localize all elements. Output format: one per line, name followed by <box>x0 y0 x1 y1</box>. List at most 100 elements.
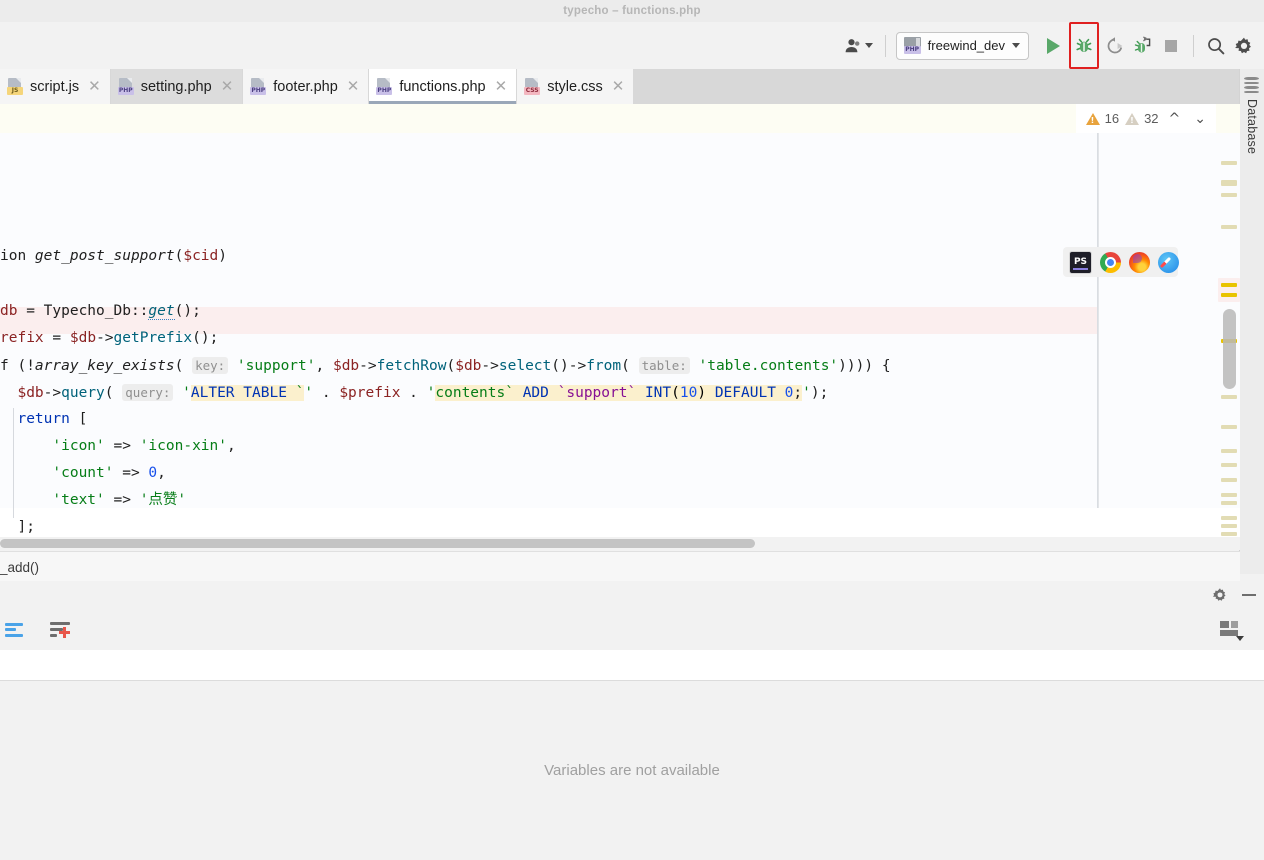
gear-icon <box>1235 37 1251 53</box>
close-icon[interactable]: ✕ <box>347 79 360 94</box>
stripe-mark <box>1221 395 1237 399</box>
editor-tab-setting-php[interactable]: PHP setting.php ✕ <box>110 69 244 104</box>
code-line: $db->query( query: 'ALTER TABLE `' . $pr… <box>17 384 829 401</box>
editor-tab-script-js[interactable]: JS script.js ✕ <box>0 69 111 104</box>
stripe-mark <box>1221 180 1237 186</box>
scrollbar-thumb[interactable] <box>0 539 755 548</box>
search-everywhere-button[interactable] <box>1202 32 1230 60</box>
stop-button[interactable] <box>1157 32 1185 60</box>
rerun-debug-button[interactable] <box>1101 32 1129 60</box>
stripe-mark <box>1221 449 1237 453</box>
database-icon <box>1244 77 1259 93</box>
user-avatar-icon <box>845 38 860 52</box>
css-file-icon: CSS <box>524 78 541 95</box>
code-empty-region <box>1098 133 1219 508</box>
variables-empty-message: Variables are not available <box>544 762 720 779</box>
stripe-mark <box>1221 524 1237 528</box>
stripe-mark <box>1221 193 1237 197</box>
settings-button[interactable] <box>1230 32 1258 60</box>
chevron-up-icon[interactable]: ^ <box>1165 111 1185 127</box>
debug-bug-icon <box>1076 38 1092 52</box>
editor-tab-style-css[interactable]: CSS style.css ✕ <box>517 69 635 104</box>
minimize-icon[interactable] <box>1242 594 1256 596</box>
tab-label: style.css <box>547 78 603 95</box>
close-icon[interactable]: ✕ <box>88 79 101 94</box>
indent-guide <box>13 408 14 518</box>
search-icon <box>1208 37 1225 54</box>
warning-count-primary[interactable]: 16 <box>1085 111 1120 126</box>
stripe-mark <box>1221 493 1237 497</box>
php-file-icon: PHP <box>117 78 134 95</box>
chevron-down-icon <box>1012 43 1020 48</box>
editor-tab-bar: JS script.js ✕ PHP setting.php ✕ PHP foo… <box>0 69 1240 104</box>
toolbar-divider <box>1193 34 1194 57</box>
editor-tab-footer-php[interactable]: PHP footer.php ✕ <box>243 69 370 104</box>
close-icon[interactable]: ✕ <box>221 79 234 94</box>
stripe-mark <box>1221 478 1237 482</box>
window-titlebar: typecho – functions.php <box>0 0 1264 22</box>
rerun-debug-icon <box>1107 36 1123 53</box>
main-toolbar: PHP freewind_dev <box>0 22 1264 69</box>
tab-label: functions.php <box>399 78 486 95</box>
javascript-file-icon: JS <box>7 78 23 95</box>
stripe-mark-warning <box>1221 283 1237 287</box>
chevron-down-icon[interactable]: ⌄ <box>1190 111 1210 127</box>
code-line: f (!array_key_exists( key: 'support', $d… <box>0 357 891 374</box>
new-watch-icon <box>50 621 70 638</box>
window-title: typecho – functions.php <box>563 5 701 17</box>
run-configuration-selector[interactable]: PHP freewind_dev <box>895 31 1029 60</box>
run-configuration-label: freewind_dev <box>927 38 1005 53</box>
stripe-mark <box>1221 425 1237 429</box>
inspection-widget[interactable]: 16 32 ^ ⌄ <box>1075 104 1216 133</box>
debug-button[interactable] <box>1069 22 1099 69</box>
editor-horizontal-scrollbar[interactable] <box>0 537 1240 550</box>
layout-settings-button[interactable] <box>1220 621 1244 641</box>
phpstorm-icon[interactable]: PS <box>1069 250 1092 274</box>
close-icon[interactable]: ✕ <box>612 79 625 94</box>
breadcrumb-item[interactable]: _add() <box>0 560 39 575</box>
chevron-down-icon <box>864 43 873 48</box>
debug-settings-button[interactable] <box>1212 587 1228 603</box>
database-tool-window-tab[interactable]: Database <box>1239 69 1264 574</box>
code-line: 'text' => '点赞' <box>52 492 187 508</box>
code-line: db = Typecho_Db::get(); <box>0 303 201 320</box>
code-line: ion get_post_support($cid) <box>0 248 227 264</box>
toolbar-divider <box>884 34 886 57</box>
tab-label: script.js <box>30 78 80 95</box>
gear-icon <box>1212 588 1226 601</box>
firefox-icon[interactable] <box>1129 251 1150 273</box>
tab-label: setting.php <box>140 78 212 95</box>
attach-debugger-button[interactable] <box>1129 32 1157 60</box>
code-line: 'icon' => 'icon-xin', <box>52 438 236 454</box>
tab-label: footer.php <box>273 78 338 95</box>
code-line: 'count' => 0, <box>52 465 166 481</box>
stripe-mark <box>1221 516 1237 520</box>
inspection-strip <box>0 104 1240 133</box>
breadcrumb[interactable]: _add() <box>0 551 1240 583</box>
warning-count-value: 16 <box>1104 111 1120 126</box>
warning-triangle-icon <box>1125 112 1140 125</box>
view-breakpoints-button[interactable] <box>0 622 28 637</box>
editor-vertical-scrollbar[interactable] <box>1223 309 1236 389</box>
editor-error-stripe[interactable] <box>1218 133 1240 536</box>
stop-icon <box>1165 39 1177 52</box>
view-breakpoints-icon <box>5 622 23 637</box>
warning-count-secondary[interactable]: 32 <box>1125 111 1159 126</box>
warning-count-value: 32 <box>1144 111 1159 126</box>
stripe-mark-warning <box>1221 293 1237 297</box>
debug-frames-pane[interactable] <box>0 650 1264 681</box>
code-text-area[interactable]: ion get_post_support($cid) db = Typecho_… <box>0 133 1097 535</box>
new-watch-button[interactable] <box>46 621 74 638</box>
run-button[interactable] <box>1039 32 1067 60</box>
user-avatar-button[interactable] <box>840 35 877 57</box>
php-file-icon: PHP <box>903 37 921 54</box>
stripe-mark <box>1221 225 1237 229</box>
chrome-icon[interactable] <box>1100 251 1121 273</box>
browser-open-in-popup[interactable]: PS <box>1063 247 1179 277</box>
debug-variables-pane[interactable]: Variables are not available <box>0 681 1264 860</box>
run-icon <box>1046 37 1060 54</box>
close-icon[interactable]: ✕ <box>495 79 508 94</box>
editor-tab-functions-php[interactable]: PHP functions.php ✕ <box>369 69 518 104</box>
safari-icon[interactable] <box>1158 251 1179 273</box>
code-editor[interactable]: 16 32 ^ ⌄ ion get_post_support($cid) db … <box>0 104 1240 537</box>
